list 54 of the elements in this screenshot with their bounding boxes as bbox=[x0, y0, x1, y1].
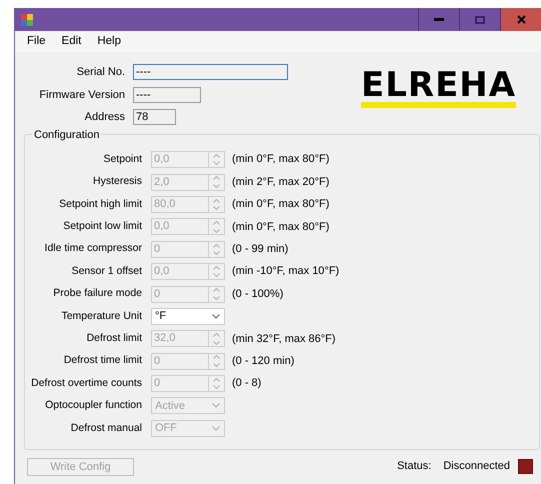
close-button[interactable] bbox=[500, 8, 541, 31]
spinner-value: 0 bbox=[153, 286, 162, 302]
field-label: Setpoint high limit bbox=[58, 196, 143, 212]
field-label: Setpoint low limit bbox=[62, 218, 143, 234]
field-label: Temperature Unit bbox=[60, 308, 143, 324]
spinner-value: 2,0 bbox=[153, 174, 170, 190]
status-value: Disconnected bbox=[443, 459, 510, 474]
field-label: Setpoint bbox=[102, 152, 143, 167]
field-label: Address bbox=[84, 110, 126, 125]
spinner-value: 0,0 bbox=[153, 219, 170, 234]
status-label: Status: bbox=[397, 459, 432, 474]
spinner-value: 0,0 bbox=[153, 264, 170, 280]
hint-text: (min 0°F, max 80°F) bbox=[231, 152, 330, 168]
spinner-value: 0,0 bbox=[153, 152, 170, 168]
company-logo: ELREHA bbox=[361, 68, 516, 108]
hint-text: (0 - 8) bbox=[231, 376, 262, 392]
caret-icon bbox=[212, 403, 220, 408]
text-field[interactable]: ---- bbox=[133, 86, 201, 103]
hint-text: (min 0°F, max 80°F) bbox=[231, 220, 330, 235]
minimize-icon bbox=[434, 18, 444, 21]
field-label: Optocoupler function bbox=[44, 398, 143, 414]
caret-icon bbox=[212, 314, 220, 319]
field-label: Hysteresis bbox=[92, 174, 143, 190]
spinner-value: 80,0 bbox=[153, 196, 176, 212]
menu-item[interactable]: Edit bbox=[54, 32, 90, 50]
spinner-value: 0 bbox=[153, 376, 162, 392]
field-label: Idle time compressor bbox=[44, 241, 143, 256]
field-label: Defrost overtime counts bbox=[30, 376, 143, 391]
field-label: Serial No. bbox=[76, 65, 126, 80]
hint-text: (0 - 100%) bbox=[231, 286, 284, 302]
hint-text: (min -10°F, max 10°F) bbox=[231, 264, 340, 280]
app-icon bbox=[21, 14, 33, 26]
spinner-value: 0 bbox=[153, 354, 162, 369]
menu-item[interactable]: File bbox=[19, 32, 54, 50]
maximize-icon bbox=[475, 16, 485, 24]
hint-text: (min 32°F, max 86°F) bbox=[231, 332, 336, 347]
caret-icon bbox=[212, 426, 220, 431]
field-label: Firmware Version bbox=[38, 88, 126, 102]
spinner-value: 32,0 bbox=[153, 331, 176, 346]
menu-item[interactable]: Help bbox=[89, 32, 130, 50]
close-icon bbox=[516, 15, 526, 24]
field-label: Probe failure mode bbox=[52, 286, 143, 302]
spinner-value: 0 bbox=[153, 242, 162, 257]
hint-text: (0 - 120 min) bbox=[231, 354, 294, 369]
text-field[interactable]: ---- bbox=[133, 64, 288, 80]
field-label: Defrost limit bbox=[86, 330, 143, 346]
dropdown[interactable]: °F bbox=[151, 308, 225, 325]
hint-text: (0 - 99 min) bbox=[231, 242, 288, 257]
hint-text: (min 2°F, max 20°F) bbox=[231, 174, 330, 190]
field-label: Defrost time limit bbox=[62, 353, 143, 368]
text-field[interactable]: 78 bbox=[133, 109, 176, 126]
hint-text: (min 0°F, max 80°F) bbox=[231, 197, 330, 212]
field-label: Sensor 1 offset bbox=[70, 264, 143, 279]
field-label: Defrost manual bbox=[70, 420, 143, 436]
